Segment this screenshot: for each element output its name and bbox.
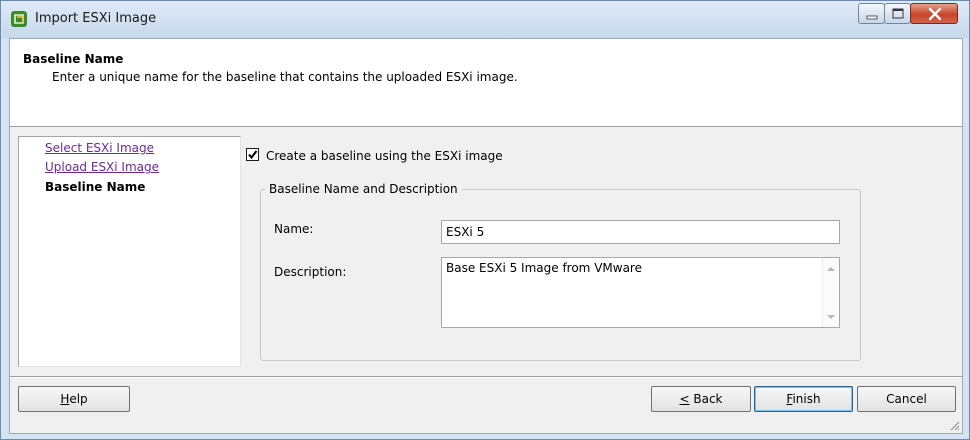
- description-text: Base ESXi 5 Image from VMware: [446, 261, 642, 275]
- title-bar[interactable]: Import ESXi Image: [1, 1, 969, 38]
- resize-grip-icon[interactable]: [948, 419, 960, 431]
- help-button[interactable]: Help: [18, 386, 130, 412]
- description-scrollbar[interactable]: [822, 258, 839, 327]
- checkmark-icon: [248, 150, 258, 160]
- create-baseline-label[interactable]: Create a baseline using the ESXi image: [266, 149, 503, 163]
- wizard-steps-panel: Select ESXi Image Upload ESXi Image Base…: [18, 136, 241, 367]
- import-esxi-image-window: Import ESXi Image Baseline Name Enter a …: [0, 0, 970, 440]
- maximize-button[interactable]: [884, 3, 911, 24]
- finish-button[interactable]: Finish: [754, 386, 853, 412]
- maximize-icon: [892, 8, 904, 19]
- nav-current-baseline-name: Baseline Name: [45, 180, 146, 194]
- scroll-down-icon[interactable]: [827, 314, 835, 320]
- footer-separator: [10, 376, 962, 378]
- step-title: Baseline Name: [23, 52, 124, 66]
- minimize-button[interactable]: [858, 3, 885, 24]
- step-description: Enter a unique name for the baseline tha…: [52, 70, 518, 84]
- name-label: Name:: [274, 222, 314, 236]
- name-input[interactable]: [441, 220, 840, 244]
- dialog-client-area: Baseline Name Enter a unique name for th…: [9, 38, 963, 434]
- close-icon: [928, 7, 942, 21]
- nav-link-select-esxi-image[interactable]: Select ESXi Image: [45, 141, 154, 155]
- scroll-up-icon[interactable]: [827, 266, 835, 272]
- window-title: Import ESXi Image: [35, 11, 157, 26]
- wizard-header: Baseline Name Enter a unique name for th…: [10, 39, 962, 127]
- nav-link-upload-esxi-image[interactable]: Upload ESXi Image: [45, 160, 159, 174]
- vmware-app-icon: [10, 10, 28, 28]
- close-button[interactable]: [910, 3, 958, 24]
- description-label: Description:: [274, 265, 347, 279]
- create-baseline-checkbox[interactable]: [246, 148, 259, 161]
- description-textarea[interactable]: Base ESXi 5 Image from VMware: [441, 257, 840, 328]
- cancel-button[interactable]: Cancel: [857, 386, 956, 412]
- group-title: Baseline Name and Description: [265, 182, 462, 196]
- minimize-icon: [866, 15, 878, 20]
- back-button[interactable]: < Back: [651, 386, 751, 412]
